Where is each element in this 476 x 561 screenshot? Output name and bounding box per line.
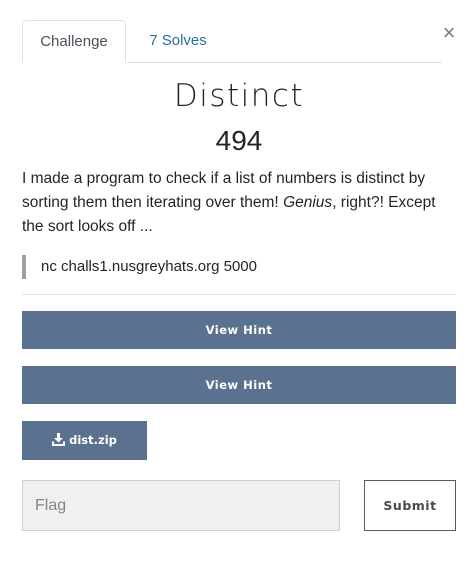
submit-button[interactable]: Submit (364, 480, 456, 531)
file-name: dist.zip (69, 433, 117, 447)
connection-info: nc challs1.nusgreyhats.org 5000 (22, 255, 257, 279)
view-hint-button-2[interactable]: View Hint (22, 366, 456, 404)
tab-challenge[interactable]: Challenge (22, 20, 126, 63)
download-icon (52, 433, 66, 446)
challenge-description: I made a program to check if a list of n… (22, 167, 456, 239)
close-icon[interactable]: × (440, 22, 458, 44)
file-download-button[interactable]: dist.zip (22, 421, 147, 460)
challenge-value: 494 (215, 125, 263, 156)
description-emphasis: Genius (283, 194, 333, 211)
divider (22, 294, 456, 295)
tab-solves[interactable]: 7 Solves (128, 20, 228, 62)
tab-bar: Challenge 7 Solves (22, 20, 442, 63)
view-hint-button-1[interactable]: View Hint (22, 311, 456, 349)
challenge-name: Distinct (173, 78, 305, 114)
flag-input[interactable] (22, 480, 340, 531)
challenge-modal: Challenge 7 Solves × Distinct 494 I made… (0, 0, 476, 561)
